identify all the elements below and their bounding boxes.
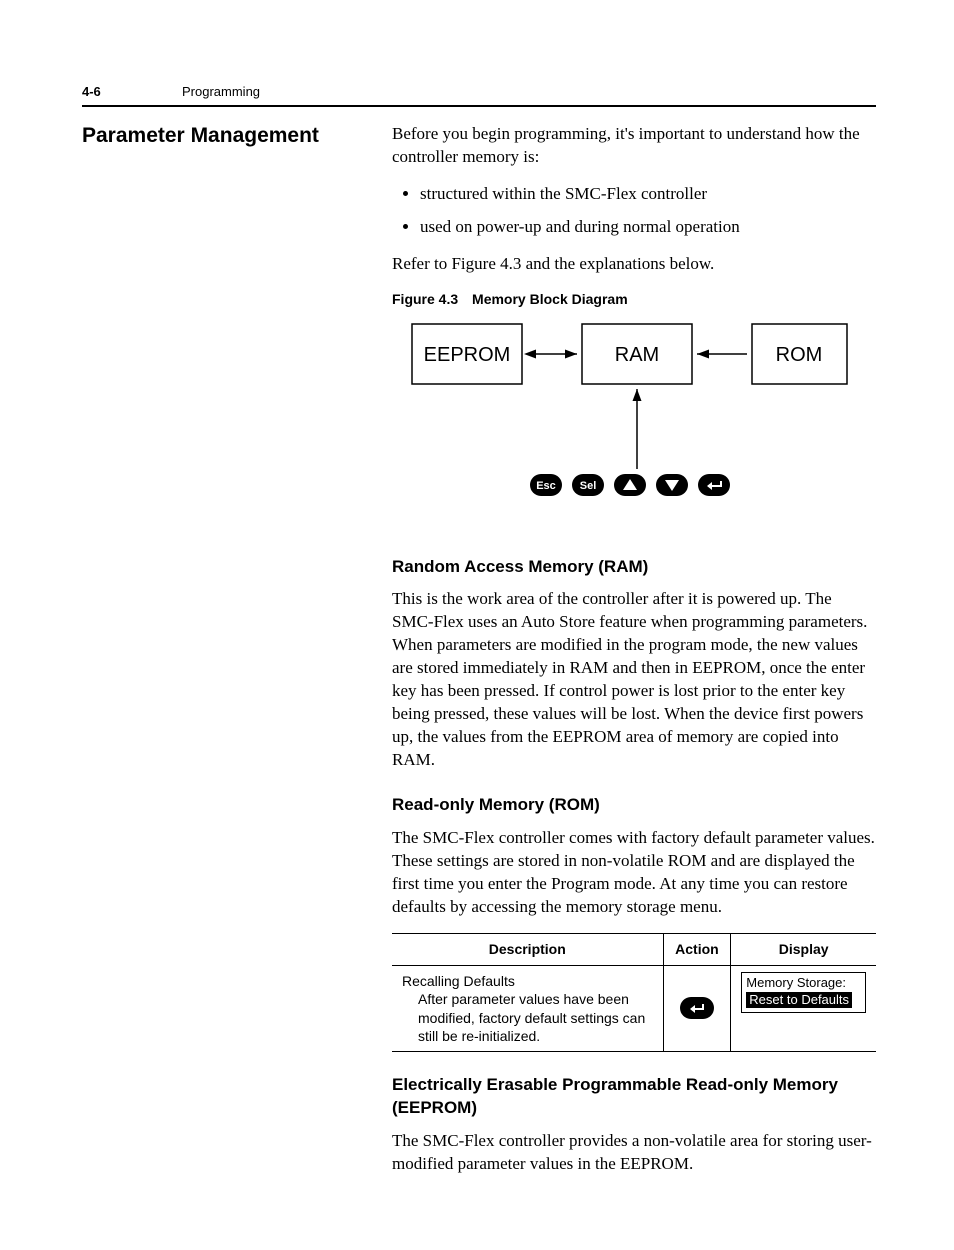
running-header: 4-6 Programming xyxy=(82,84,876,99)
enter-key-icon xyxy=(680,997,714,1019)
ram-body: This is the work area of the controller … xyxy=(392,588,876,772)
intro-bullets: structured within the SMC-Flex controlle… xyxy=(392,183,876,239)
sel-key-label: Sel xyxy=(580,480,597,492)
bullet-item: structured within the SMC-Flex controlle… xyxy=(420,183,876,206)
side-heading: Parameter Management xyxy=(82,123,392,148)
col-display: Display xyxy=(731,933,876,965)
eeprom-label: EEPROM xyxy=(424,344,511,366)
display-line1: Memory Storage: xyxy=(746,975,861,991)
col-action: Action xyxy=(663,933,731,965)
row-title: Recalling Defaults xyxy=(402,973,515,989)
figure-number: Figure 4.3 xyxy=(392,291,458,307)
refer-line: Refer to Figure 4.3 and the explanations… xyxy=(392,253,876,276)
figure-title: Memory Block Diagram xyxy=(472,291,628,307)
figure-caption: Figure 4.3 Memory Block Diagram xyxy=(392,290,876,309)
intro-paragraph: Before you begin programming, it's impor… xyxy=(392,123,876,169)
header-rule xyxy=(82,105,876,107)
keypad-row: Esc Sel xyxy=(530,474,730,496)
ram-label: RAM xyxy=(615,344,659,366)
display-line2: Reset to Defaults xyxy=(746,992,852,1008)
row-subtext: After parameter values have been modifie… xyxy=(402,990,653,1045)
content-columns: Parameter Management Before you begin pr… xyxy=(82,123,876,1190)
rom-table: Description Action Display Recalling Def… xyxy=(392,933,876,1052)
ram-heading: Random Access Memory (RAM) xyxy=(392,556,876,579)
memory-block-diagram: EEPROM RAM ROM xyxy=(402,319,876,516)
rom-label: ROM xyxy=(776,344,823,366)
rom-heading: Read-only Memory (ROM) xyxy=(392,794,876,817)
eeprom-heading: Electrically Erasable Programmable Read-… xyxy=(392,1074,876,1120)
side-column: Parameter Management xyxy=(82,123,392,148)
diagram-svg: EEPROM RAM ROM xyxy=(402,319,852,509)
main-column: Before you begin programming, it's impor… xyxy=(392,123,876,1190)
display-box: Memory Storage: Reset to Defaults xyxy=(741,972,866,1014)
page-number: 4-6 xyxy=(82,84,182,99)
eeprom-body: The SMC-Flex controller provides a non-v… xyxy=(392,1130,876,1176)
col-description: Description xyxy=(392,933,663,965)
section-name: Programming xyxy=(182,84,260,99)
page: 4-6 Programming Parameter Management Bef… xyxy=(0,0,954,1250)
bullet-item: used on power-up and during normal opera… xyxy=(420,216,876,239)
rom-body: The SMC-Flex controller comes with facto… xyxy=(392,827,876,919)
esc-key-label: Esc xyxy=(536,480,556,492)
table-row: Recalling Defaults After parameter value… xyxy=(392,965,876,1051)
